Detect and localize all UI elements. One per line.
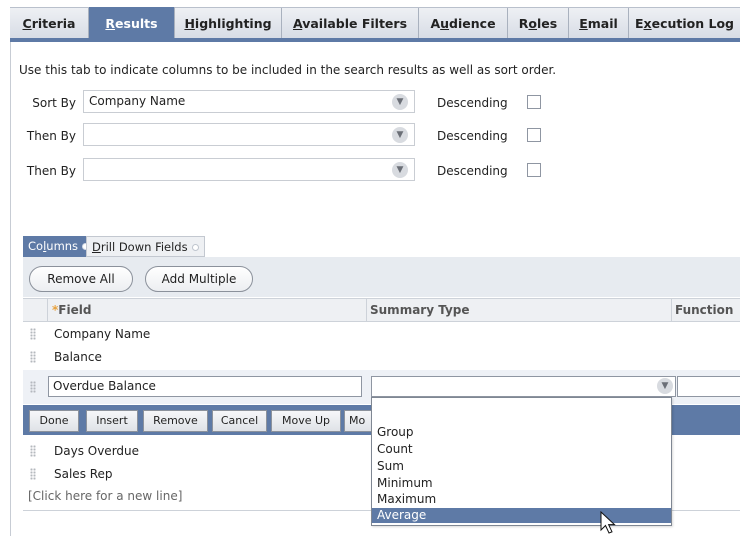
tab-audience-accel: u <box>440 16 450 31</box>
option-count[interactable]: Count <box>372 442 671 457</box>
subtab-columns-pre: Co <box>28 239 44 253</box>
tab-email-label: mail <box>587 16 618 31</box>
descending-checkbox-1[interactable] <box>527 95 541 109</box>
tab-roles-pre: R <box>518 16 529 31</box>
tab-available-filters[interactable]: Available Filters <box>282 8 419 39</box>
tab-execlog-label: ecution Log <box>651 16 734 31</box>
tab-audience-label: dience <box>449 16 496 31</box>
field-cell: Days Overdue <box>54 444 140 458</box>
tab-indicator-icon <box>191 244 199 251</box>
tab-execlog-accel: x <box>643 16 652 31</box>
option-group[interactable]: Group <box>372 425 671 440</box>
tab-roles[interactable]: Roles <box>508 8 569 39</box>
tab-criteria-label: riteria <box>31 16 76 31</box>
tab-execlog-pre: E <box>634 16 644 31</box>
cancel-button[interactable]: Cancel <box>212 410 267 432</box>
insert-button[interactable]: Insert <box>86 410 138 432</box>
drag-handle-icon[interactable] <box>30 381 36 393</box>
drag-handle-icon[interactable] <box>30 328 36 340</box>
drag-handle-icon[interactable] <box>30 445 36 457</box>
tab-roles-label: les <box>537 16 558 31</box>
tab-highlighting[interactable]: Highlighting <box>175 8 282 39</box>
tab-audience[interactable]: Audience <box>419 8 508 39</box>
table-row[interactable]: Balance <box>23 346 740 369</box>
remove-all-button[interactable]: Remove All <box>29 266 133 292</box>
field-column-header[interactable]: *Field <box>52 299 91 322</box>
tab-highlighting-label: ighlighting <box>194 16 272 31</box>
then-by-label-1: Then By <box>26 129 76 143</box>
summary-type-select[interactable]: ▼ <box>371 376 676 397</box>
subtab-drill-down-fields[interactable]: Drill Down Fields <box>86 236 205 257</box>
subtab-columns[interactable]: Columns <box>23 236 95 257</box>
tab-underline <box>10 38 740 42</box>
tab-filters-accel: A <box>292 16 303 31</box>
descending-label-2: Descending <box>437 129 508 143</box>
remove-button[interactable]: Remove <box>143 410 208 432</box>
panel-left-border <box>10 42 11 536</box>
sort-by-label: Sort By <box>32 96 76 110</box>
descending-label-3: Descending <box>437 164 508 178</box>
function-column-header[interactable]: Function <box>675 299 733 322</box>
tab-results[interactable]: Results <box>89 7 175 40</box>
intro-text: Use this tab to indicate columns to be i… <box>19 63 557 77</box>
field-cell: Company Name <box>54 327 151 341</box>
chevron-down-icon[interactable]: ▼ <box>392 94 408 110</box>
option-minimum[interactable]: Minimum <box>372 476 671 491</box>
tab-audience-pre: A <box>430 16 441 31</box>
table-row[interactable]: Company Name <box>23 323 740 346</box>
drag-handle-icon[interactable] <box>30 351 36 363</box>
tab-execution-log[interactable]: Execution Log <box>629 8 740 39</box>
move-down-button[interactable]: Mo <box>344 410 374 432</box>
tab-highlighting-accel: H <box>184 16 195 31</box>
subtab-columns-label: umns <box>46 239 79 253</box>
subtab-drill-accel: D <box>92 240 101 254</box>
mouse-pointer-icon <box>600 511 616 534</box>
descending-checkbox-3[interactable] <box>527 163 541 177</box>
add-multiple-button[interactable]: Add Multiple <box>145 266 253 292</box>
summary-type-column-header[interactable]: Summary Type <box>370 299 470 322</box>
option-sum[interactable]: Sum <box>372 459 671 474</box>
tab-email-accel: E <box>579 16 588 31</box>
done-button[interactable]: Done <box>29 410 79 432</box>
function-select[interactable] <box>677 376 740 397</box>
tab-roles-accel: o <box>528 16 538 31</box>
subtab-drill-label: rill Down Fields <box>100 240 188 254</box>
new-line-link[interactable]: [Click here for a new line] <box>28 489 182 503</box>
then-by-label-2: Then By <box>26 164 76 178</box>
column-separator <box>671 299 672 322</box>
descending-label-1: Descending <box>437 96 508 110</box>
field-cell: Sales Rep <box>54 467 113 481</box>
field-cell: Balance <box>54 350 102 364</box>
field-header-label: Field <box>58 303 92 317</box>
column-separator <box>47 299 48 322</box>
sort-by-select[interactable]: Company Name ▼ <box>83 90 415 113</box>
tab-bar: Criteria Results Highlighting Available … <box>10 7 740 40</box>
tab-results-label: esults <box>115 16 158 31</box>
then-by-select-1[interactable]: ▼ <box>83 123 415 146</box>
option-maximum[interactable]: Maximum <box>372 492 671 507</box>
move-up-button[interactable]: Move Up <box>271 410 341 432</box>
then-by-select-2[interactable]: ▼ <box>83 158 415 181</box>
tab-criteria-accel: C <box>22 16 32 31</box>
column-separator <box>366 299 367 322</box>
chevron-down-icon[interactable]: ▼ <box>392 127 408 143</box>
grid-header: *Field Summary Type Function <box>23 298 740 322</box>
chevron-down-icon[interactable]: ▼ <box>392 162 408 178</box>
option-average[interactable]: Average <box>372 508 671 523</box>
chevron-down-icon[interactable]: ▼ <box>657 378 673 394</box>
descending-checkbox-2[interactable] <box>527 128 541 142</box>
field-edit-input[interactable]: Overdue Balance <box>48 376 362 397</box>
tab-email[interactable]: Email <box>569 8 629 39</box>
summary-type-dropdown: Group Count Sum Minimum Maximum Average <box>371 397 672 526</box>
tab-results-accel: R <box>105 16 116 31</box>
tab-filters-label: vailable Filters <box>302 16 408 31</box>
drag-handle-icon[interactable] <box>30 468 36 480</box>
sort-by-value: Company Name <box>89 94 186 108</box>
tab-criteria[interactable]: Criteria <box>10 8 89 39</box>
